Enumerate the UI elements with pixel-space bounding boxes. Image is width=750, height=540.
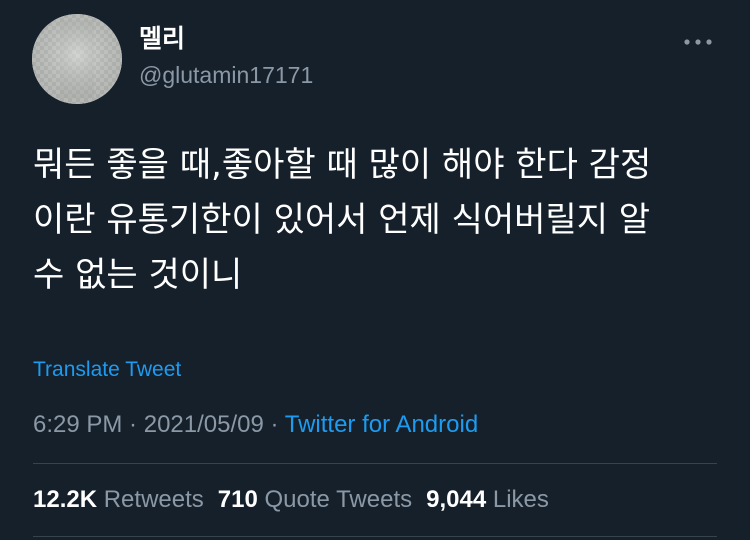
retweets-label: Retweets [103,486,204,513]
avatar[interactable] [32,14,122,104]
tweet-text: 뭐든 좋을 때,좋아할 때 많이 해야 한다 감정 이란 유통기한이 있어서 언… [33,145,652,295]
likes-count: 9,044 [426,486,487,513]
retweets-count: 12.2K [33,486,98,513]
more-horizontal-icon [684,39,712,45]
divider [33,536,717,537]
avatar-image [32,14,122,104]
tweet-time[interactable]: 6:29 PM [33,411,122,438]
display-name[interactable]: 멜리 [139,24,185,54]
quote-tweets-label: Quote Tweets [264,486,413,513]
quote-tweets-count: 710 [217,486,258,513]
tweet-source-link[interactable]: Twitter for Android [285,411,478,438]
meta-separator: · [263,411,285,438]
divider [33,463,717,464]
tweet-meta: 6:29 PM · 2021/05/09 · Twitter for Andro… [33,410,478,440]
likes-label: Likes [492,486,549,513]
tweet-date[interactable]: 2021/05/09 [144,411,264,438]
more-options-button[interactable] [678,29,718,55]
retweets-stat[interactable]: 12.2K Retweets [33,486,204,513]
tweet-detail: 멜리 @glutamin17171 뭐든 좋을 때,좋아할 때 많이 해야 한다… [0,0,750,540]
translate-tweet-link[interactable]: Translate Tweet [33,357,181,383]
meta-separator: · [122,411,144,438]
user-handle[interactable]: @glutamin17171 [139,61,313,89]
quote-tweets-stat[interactable]: 710 Quote Tweets [218,486,412,513]
tweet-stats: 12.2K Retweets 710 Quote Tweets 9,044 Like… [33,485,549,515]
likes-stat[interactable]: 9,044 Likes [426,486,549,513]
